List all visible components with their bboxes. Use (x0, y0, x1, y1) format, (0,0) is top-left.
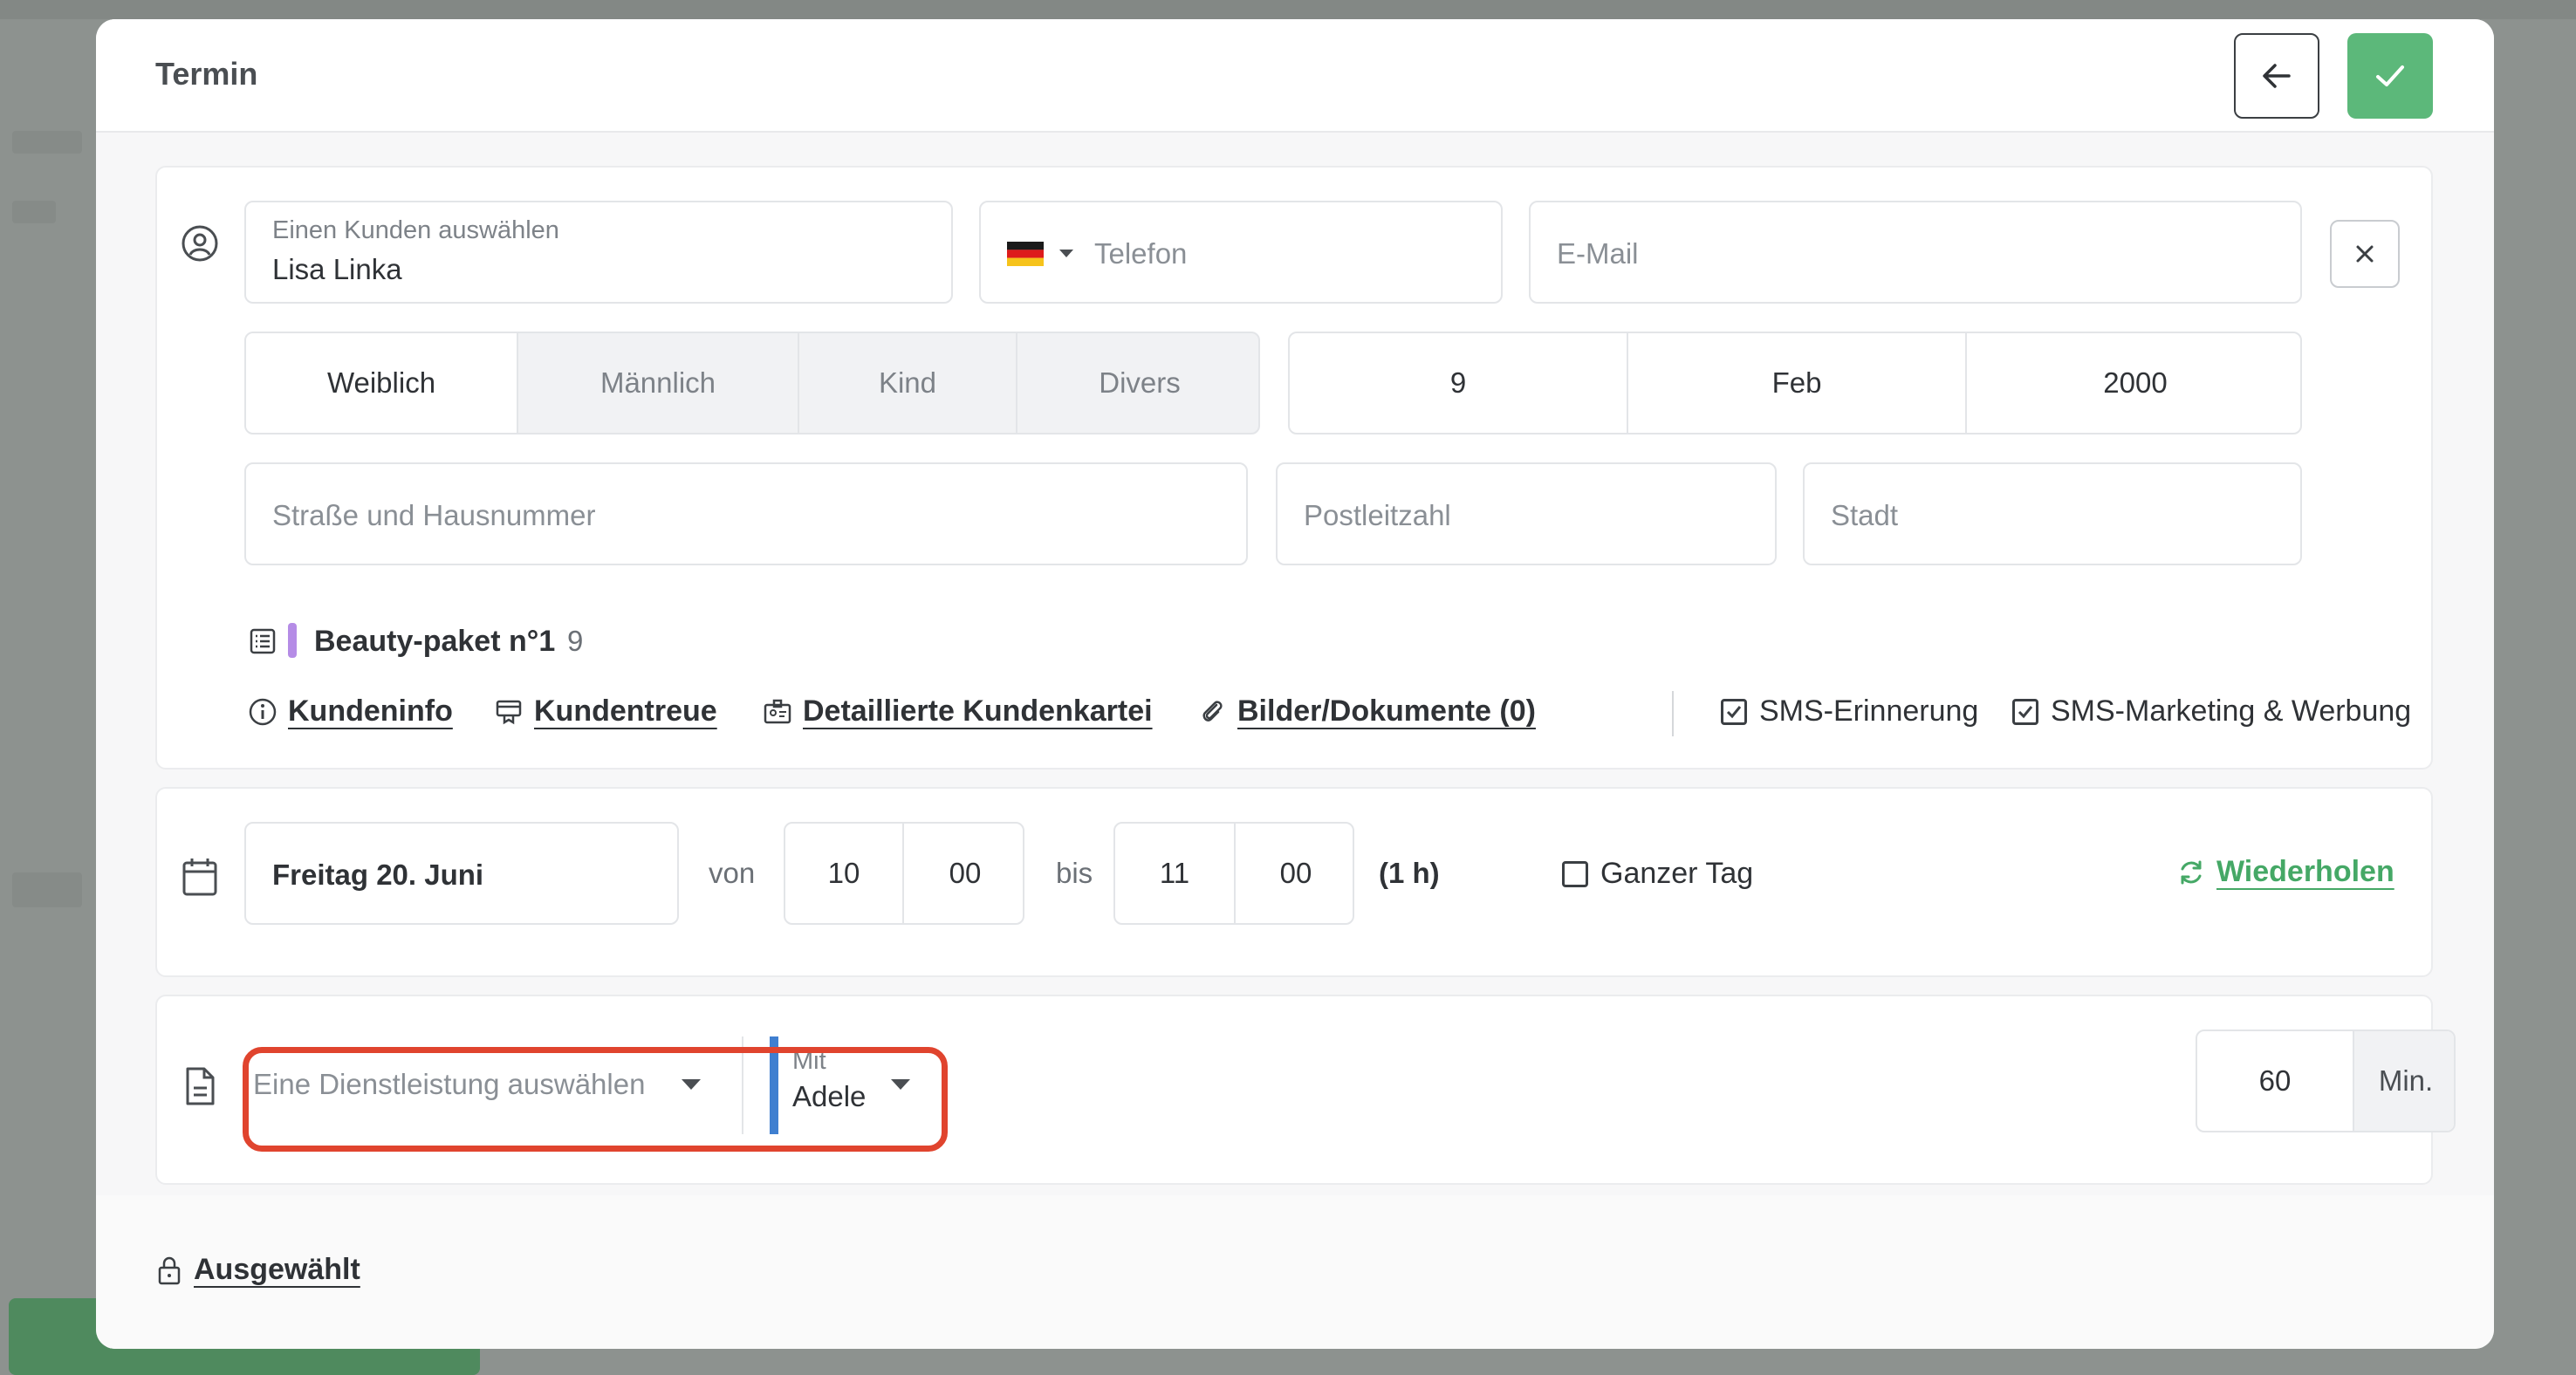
backdrop-ghost (12, 872, 82, 907)
all-day-label: Ganzer Tag (1600, 857, 1754, 890)
german-flag-icon[interactable] (1007, 242, 1044, 266)
birthdate-field: 9 Feb 2000 (1288, 332, 2302, 434)
gender-option-kind[interactable]: Kind (799, 333, 1017, 433)
minutes-unit: Min. (2354, 1031, 2454, 1131)
checkbox-empty-icon (1562, 860, 1588, 887)
zip-placeholder: Postleitzahl (1304, 499, 1451, 531)
package-count: 9 (567, 625, 584, 657)
checkbox-checked-icon (2012, 698, 2038, 725)
street-field[interactable]: Straße und Hausnummer (244, 462, 1248, 565)
to-hour[interactable]: 11 (1115, 824, 1236, 923)
from-label: von (709, 857, 756, 889)
date-value: Freitag 20. Juni (272, 859, 484, 891)
package-color-bar (288, 623, 297, 658)
email-placeholder: E-Mail (1557, 237, 1639, 270)
document-icon (182, 1064, 218, 1108)
loyalty-link[interactable]: Kundentreue (494, 694, 717, 729)
confirm-button[interactable] (2347, 33, 2433, 119)
lock-status-label: Ausgewählt (194, 1253, 360, 1286)
schedule-card: Freitag 20. Juni von 10 00 bis 11 00 (1 … (155, 787, 2433, 977)
loyalty-label: Kundentreue (534, 694, 717, 728)
client-select-label: Einen Kunden auswählen (272, 216, 559, 244)
lock-icon (158, 1256, 181, 1284)
package-name[interactable]: Beauty-paket n°1 (314, 625, 555, 659)
client-file-label: Detaillierte Kundenkartei (803, 694, 1153, 728)
client-name: Lisa Linka (272, 253, 402, 285)
info-icon (249, 698, 277, 725)
user-circle-icon (180, 223, 220, 263)
appointment-modal: Termin Einen Kunden auswählen Lisa Linka (96, 19, 2494, 1349)
documents-link[interactable]: Bilder/Dokumente (0) (1197, 694, 1536, 729)
highlight-box (243, 1047, 948, 1152)
modal-footer: Ausgewählt (96, 1195, 2494, 1349)
birth-month[interactable]: Feb (1628, 333, 1967, 433)
refresh-icon (2181, 860, 2202, 884)
phone-field[interactable]: Telefon (979, 201, 1503, 304)
loyalty-icon (496, 700, 522, 724)
calendar-icon (180, 855, 220, 899)
gender-option-divers[interactable]: Divers (1017, 333, 1258, 433)
to-time-field: 11 00 (1113, 822, 1354, 925)
gender-selector: Weiblich Männlich Kind Divers (244, 332, 1260, 434)
minutes-input[interactable]: 60 (2197, 1031, 2354, 1131)
email-field[interactable]: E-Mail (1529, 201, 2302, 304)
backdrop-bar (0, 0, 2576, 19)
documents-label: Bilder/Dokumente (0) (1237, 694, 1536, 728)
paperclip-icon (1202, 700, 1223, 722)
arrow-left-icon (2263, 64, 2291, 88)
duration-minutes-field: 60 Min. (2196, 1030, 2456, 1132)
birth-day[interactable]: 9 (1290, 333, 1628, 433)
date-field[interactable]: Freitag 20. Juni (244, 822, 679, 925)
client-info-link[interactable]: Kundeninfo (248, 694, 453, 729)
links-divider (1672, 691, 1674, 736)
from-time-field: 10 00 (784, 822, 1024, 925)
all-day-checkbox[interactable]: Ganzer Tag (1562, 857, 1753, 891)
to-minute[interactable]: 00 (1236, 824, 1353, 923)
duration-text: (1 h) (1379, 857, 1440, 889)
client-info-label: Kundeninfo (288, 694, 453, 728)
modal-title: Termin (155, 56, 258, 92)
phone-placeholder: Telefon (1094, 237, 1188, 270)
from-hour[interactable]: 10 (785, 824, 904, 923)
zip-field[interactable]: Postleitzahl (1276, 462, 1777, 565)
repeat-link[interactable]: Wiederholen (2176, 855, 2394, 889)
from-minute[interactable]: 00 (904, 824, 1023, 923)
client-card: Einen Kunden auswählen Lisa Linka Telefo… (155, 166, 2433, 770)
gender-option-weiblich[interactable]: Weiblich (246, 333, 518, 433)
lock-status-link[interactable]: Ausgewählt (155, 1253, 360, 1287)
sms-marketing-checkbox[interactable]: SMS-Marketing & Werbung (2012, 694, 2411, 729)
street-placeholder: Straße und Hausnummer (272, 499, 596, 531)
client-select-field[interactable]: Einen Kunden auswählen Lisa Linka (244, 201, 953, 304)
city-placeholder: Stadt (1831, 499, 1899, 531)
birth-year[interactable]: 2000 (1967, 333, 2300, 433)
list-icon (248, 626, 277, 656)
backdrop-ghost (12, 201, 56, 223)
client-file-link[interactable]: Detaillierte Kundenkartei (763, 694, 1153, 729)
backdrop-ghost (12, 131, 82, 154)
modal-header: Termin (96, 19, 2494, 133)
checkbox-checked-icon (1721, 698, 1747, 725)
sms-marketing-label: SMS-Marketing & Werbung (2051, 694, 2412, 728)
gender-option-maennlich[interactable]: Männlich (518, 333, 799, 433)
id-card-icon (764, 699, 791, 723)
clear-client-button[interactable] (2330, 220, 2400, 288)
close-icon (2332, 222, 2398, 286)
sms-reminder-label: SMS-Erinnerung (1759, 694, 1979, 728)
to-label: bis (1056, 857, 1093, 889)
back-button[interactable] (2234, 33, 2319, 119)
city-field[interactable]: Stadt (1803, 462, 2302, 565)
sms-reminder-checkbox[interactable]: SMS-Erinnerung (1721, 694, 1978, 729)
checkmark-icon (2376, 65, 2404, 86)
chevron-down-icon[interactable] (1058, 248, 1075, 260)
repeat-label: Wiederholen (2216, 855, 2394, 888)
